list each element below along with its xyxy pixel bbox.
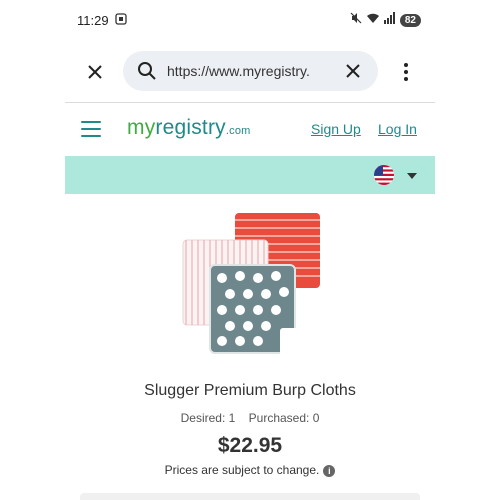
search-icon <box>137 61 157 86</box>
purchased-count: Purchased: 0 <box>248 411 320 425</box>
screenshot-icon <box>115 12 127 30</box>
sign-up-link[interactable]: Sign Up <box>311 121 361 137</box>
product-title: Slugger Premium Burp Cloths <box>144 382 356 399</box>
us-flag-icon[interactable] <box>374 165 394 185</box>
mute-icon <box>350 11 362 29</box>
log-in-link[interactable]: Log In <box>378 121 417 137</box>
status-bar: 11:29 82 <box>65 0 435 40</box>
country-bar <box>65 156 435 194</box>
chevron-down-icon[interactable] <box>407 173 417 179</box>
clock: 11:29 <box>77 13 109 28</box>
registry-counts: Desired: 1 Purchased: 0 <box>65 411 435 425</box>
status-icons: 82 <box>350 11 421 29</box>
url-input[interactable] <box>167 61 332 81</box>
product-image[interactable] <box>180 210 320 360</box>
more-options-icon[interactable] <box>403 62 409 82</box>
signal-icon <box>383 11 396 29</box>
address-bar[interactable] <box>123 51 378 91</box>
next-section-edge <box>80 493 420 500</box>
product-price: $22.95 <box>217 434 283 457</box>
browser-toolbar <box>65 50 435 94</box>
battery-badge: 82 <box>399 13 421 27</box>
site-header: myregistry.com Sign Up Log In <box>65 103 435 155</box>
phone-screen: 11:29 82 https://www.myregistry. myregis… <box>65 0 435 500</box>
desired-count: Desired: 1 <box>180 411 236 425</box>
menu-icon[interactable] <box>81 121 101 137</box>
price-note: Prices are subject to change. i <box>65 463 435 477</box>
price-note-text: Prices are subject to change. <box>164 463 320 477</box>
wifi-icon <box>366 11 380 29</box>
site-logo[interactable]: myregistry.com <box>127 116 251 140</box>
clear-icon[interactable] <box>345 63 361 84</box>
close-icon[interactable] <box>85 62 105 82</box>
info-icon[interactable]: i <box>323 464 336 477</box>
